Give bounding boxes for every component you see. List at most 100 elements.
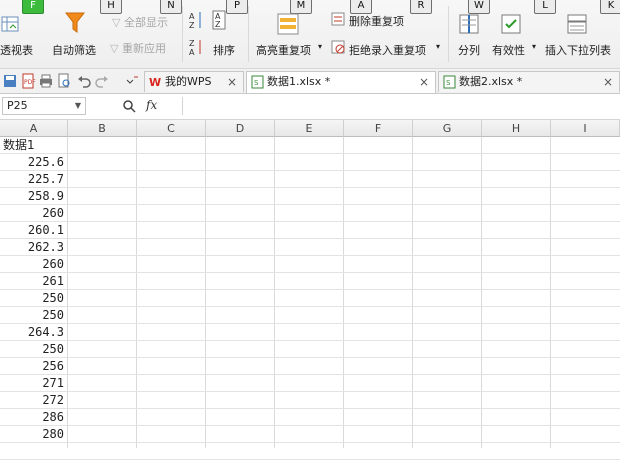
delete-duplicates-icon [331, 12, 345, 26]
insert-function-button[interactable]: fx [146, 98, 157, 112]
split-columns-button[interactable]: 分列 [458, 42, 480, 58]
tab-my-wps[interactable]: W 我的WPS × [144, 71, 244, 92]
column-header-d[interactable]: D [206, 120, 275, 137]
grid-column-line [67, 137, 68, 448]
highlight-duplicates-button[interactable]: 高亮重复项 [256, 42, 311, 58]
cell-value[interactable]: 260 [0, 205, 67, 222]
show-all-label: 全部显示 [123, 16, 168, 29]
grid-column-line [136, 137, 137, 448]
cell-a1[interactable]: 数据1 [0, 137, 67, 154]
chevron-down-icon[interactable]: ▼ [75, 98, 81, 114]
grid-row-line [0, 238, 620, 239]
show-all-icon: ▽ [112, 16, 124, 29]
cell-value[interactable]: 225.7 [0, 171, 67, 188]
sort-descending-icon: Z A [189, 39, 201, 56]
column-header-b[interactable]: B [68, 120, 137, 137]
redo-icon[interactable] [94, 73, 110, 89]
column-header-a[interactable]: A [0, 120, 68, 137]
grid-row-line [0, 323, 620, 324]
column-header-c[interactable]: C [137, 120, 206, 137]
highlight-dropdown-icon[interactable]: ▾ [318, 42, 322, 51]
column-header-e[interactable]: E [275, 120, 344, 137]
insert-dropdown-list-icon [567, 14, 587, 34]
svg-text:S: S [446, 79, 451, 87]
column-header-f[interactable]: F [344, 120, 413, 137]
svg-text:W: W [149, 76, 161, 89]
grid-row-line [0, 272, 620, 273]
reapply-button[interactable]: ▽ 重新应用 [110, 40, 166, 56]
grid-row-line [0, 374, 620, 375]
grid-column-line [205, 137, 206, 448]
reject-duplicates-icon [331, 40, 345, 54]
tab-close-icon[interactable]: × [227, 72, 237, 92]
grid-row-line [0, 289, 620, 290]
funnel-icon [64, 12, 86, 33]
export-pdf-icon[interactable]: PDF [20, 73, 36, 89]
sort-ascending-icon: A Z [189, 12, 201, 30]
cell-value[interactable]: 260.1 [0, 222, 67, 239]
cell-value[interactable]: 260 [0, 256, 67, 273]
grid-row-line [0, 221, 620, 222]
cell-value[interactable]: 271 [0, 375, 67, 392]
grid-row-line [0, 187, 620, 188]
validation-dropdown-icon[interactable]: ▾ [532, 42, 536, 51]
tab-data2[interactable]: S 数据2.xlsx * × [438, 71, 620, 92]
grid-column-line [343, 137, 344, 448]
zoom-icon[interactable] [122, 99, 136, 113]
cell-value[interactable]: 258.9 [0, 188, 67, 205]
spreadsheet-grid[interactable]: A B C D E F G H I 数据1 225.6 225.7 258.9 260… [0, 120, 620, 460]
ribbon-separator [448, 6, 449, 62]
data-validation-button[interactable]: 有效性 [492, 42, 525, 58]
cell-value[interactable]: 262.3 [0, 239, 67, 256]
name-box[interactable]: P25 ▼ [2, 97, 86, 115]
keytip-p: P [226, 0, 248, 14]
grid-column-line [274, 137, 275, 448]
cell-value[interactable]: 225.6 [0, 154, 67, 171]
sort-button[interactable]: 排序 [213, 42, 235, 58]
tab-label: 数据1.xlsx * [267, 75, 331, 88]
spreadsheet-file-icon: S [443, 75, 456, 89]
cell-value[interactable]: 280 [0, 426, 67, 443]
keytip-f: F [22, 0, 44, 14]
column-header-i[interactable]: I [551, 120, 620, 137]
pivot-table-button[interactable]: 透视表 [0, 42, 33, 58]
reject-dropdown-icon[interactable]: ▾ [436, 42, 440, 51]
column-header-h[interactable]: H [482, 120, 551, 137]
cell-value[interactable]: 250 [0, 341, 67, 358]
autofilter-button[interactable]: 自动筛选 [52, 42, 96, 58]
cell-value[interactable]: 256 [0, 358, 67, 375]
cell-value[interactable]: 272 [0, 392, 67, 409]
keytip-h: H [100, 0, 122, 14]
grid-row-line [0, 255, 620, 256]
undo-icon[interactable] [76, 73, 92, 89]
tab-data1[interactable]: S 数据1.xlsx * × [246, 71, 436, 93]
ribbon: F 透视表 H 自动筛选 ▽ 全部显示 N ▽ 重新应用 A Z A Z P Z… [0, 0, 620, 69]
delete-duplicates-button[interactable]: 删除重复项 [349, 13, 404, 29]
tab-close-icon[interactable]: × [419, 72, 429, 92]
grid-column-line [481, 137, 482, 448]
data-validation-icon [501, 14, 521, 34]
formula-input[interactable] [182, 97, 619, 115]
grid-row-line [0, 442, 620, 443]
tab-close-icon[interactable]: × [603, 72, 613, 92]
column-header-g[interactable]: G [413, 120, 482, 137]
customize-toolbar-icon[interactable] [124, 73, 140, 89]
print-preview-icon[interactable] [56, 73, 72, 89]
cell-value[interactable]: 250 [0, 307, 67, 324]
grid-row-line [0, 306, 620, 307]
svg-text:Z: Z [189, 21, 195, 30]
cell-value[interactable]: 286 [0, 409, 67, 426]
cell-value[interactable]: 264.3 [0, 324, 67, 341]
svg-text:PDF: PDF [24, 79, 36, 86]
cell-value[interactable]: 250 [0, 290, 67, 307]
grid-column-line [412, 137, 413, 448]
cell-value[interactable]: 261 [0, 273, 67, 290]
show-all-button[interactable]: ▽ 全部显示 [112, 14, 168, 30]
insert-dropdown-list-button[interactable]: 插入下拉列表 [545, 42, 611, 58]
print-icon[interactable] [38, 73, 54, 89]
grid-row-line [0, 408, 620, 409]
reject-duplicates-button[interactable]: 拒绝录入重复项 [349, 42, 426, 58]
split-columns-icon [459, 14, 479, 34]
save-icon[interactable] [2, 73, 18, 89]
keytip-k: K [600, 0, 620, 14]
